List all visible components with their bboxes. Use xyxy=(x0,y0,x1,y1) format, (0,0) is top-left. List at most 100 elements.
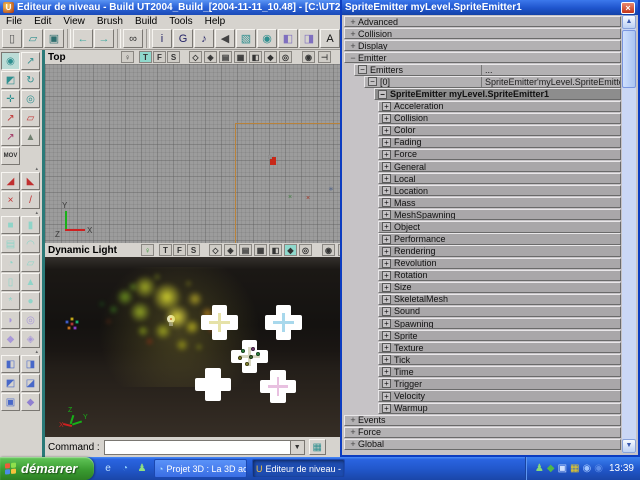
category-expand-icon[interactable]: + xyxy=(382,210,391,219)
texture-browser-button[interactable]: ▧ xyxy=(236,29,256,48)
cuboid-brush-button[interactable]: ▮ xyxy=(21,216,40,234)
category-expand-icon[interactable]: + xyxy=(382,343,391,352)
volumetric-brush-button[interactable]: * xyxy=(1,292,20,310)
category-expand-icon[interactable]: + xyxy=(382,367,391,376)
command-go-button[interactable]: ▦ xyxy=(309,439,326,455)
property-category-row[interactable]: +Trigger xyxy=(344,378,621,389)
property-category-row[interactable]: +Mass xyxy=(344,197,621,208)
mesh-browser-button[interactable]: ◉ xyxy=(257,29,277,48)
category-expand-icon[interactable]: + xyxy=(382,319,391,328)
property-category-row[interactable]: +Rotation xyxy=(344,270,621,281)
render-mode-1-icon[interactable]: ◈ xyxy=(204,51,217,63)
category-expand-icon[interactable]: + xyxy=(382,126,391,135)
sprite-top-right[interactable] xyxy=(265,305,302,340)
actor-scale-button[interactable]: ◎ xyxy=(21,90,40,108)
category-expand-icon[interactable]: + xyxy=(382,186,391,195)
viewport-perspective-canvas[interactable]: Z Y X xyxy=(45,257,340,437)
joystick-icon[interactable]: ♀ xyxy=(121,51,134,63)
render-mode-2-icon[interactable]: ▤ xyxy=(219,51,232,63)
property-category-row[interactable]: +Revolution xyxy=(344,258,621,269)
sprite-bottom-left[interactable] xyxy=(195,368,231,401)
properties-scrollbar[interactable]: ▲ ▼ xyxy=(622,15,636,453)
property-category-row[interactable]: +MeshSpawning xyxy=(344,209,621,220)
property-category-row[interactable]: +Velocity xyxy=(344,390,621,401)
start-button[interactable]: démarrer xyxy=(0,457,94,480)
render-mode-4-icon[interactable]: ◧ xyxy=(269,244,282,256)
sound-browser-button[interactable]: ◀ xyxy=(215,29,235,48)
save-map-button[interactable]: ▣ xyxy=(44,29,64,48)
viewport-top-canvas[interactable]: Y X Z ××∗ xyxy=(45,64,340,243)
section-expander-icon[interactable]: − xyxy=(348,53,358,63)
property-category-row[interactable]: +Spawning xyxy=(344,318,621,329)
viewport-pan-button[interactable]: ✛ xyxy=(1,90,20,108)
category-expand-icon[interactable]: + xyxy=(382,222,391,231)
category-expand-icon[interactable]: + xyxy=(382,235,391,244)
tree-row[interactable]: −SpriteEmitter myLevel.SpriteEmitter1 xyxy=(344,88,621,99)
realtime-preview-icon[interactable]: ◉ xyxy=(302,51,315,63)
brush-clipping-button[interactable]: ↗ xyxy=(1,109,20,127)
category-expand-icon[interactable]: + xyxy=(382,355,391,364)
spiral-stair-brush-button[interactable]: ◔ xyxy=(1,254,20,272)
menu-brush[interactable]: Brush xyxy=(91,16,129,27)
emitter-sprite-icon[interactable] xyxy=(65,317,79,331)
property-section-row[interactable]: +Display xyxy=(344,40,621,51)
property-category-row[interactable]: +Texture xyxy=(344,342,621,353)
category-expand-icon[interactable]: + xyxy=(382,247,391,256)
static-mesh-browser-button[interactable]: ◨ xyxy=(299,29,319,48)
curved-stair-brush-button[interactable]: ◠ xyxy=(21,235,40,253)
menu-edit[interactable]: Edit xyxy=(28,16,57,27)
property-category-row[interactable]: +Collision xyxy=(344,113,621,124)
command-dropdown-arrow[interactable]: ▼ xyxy=(290,440,305,455)
section-expander-icon[interactable]: + xyxy=(348,29,358,39)
category-expand-icon[interactable]: + xyxy=(382,283,391,292)
category-expand-icon[interactable]: + xyxy=(382,150,391,159)
brush-clip-1-button[interactable]: ◢ xyxy=(1,172,20,190)
property-section-row[interactable]: −Emitter xyxy=(344,52,621,63)
emitter-actor-icon[interactable] xyxy=(270,157,276,165)
property-category-row[interactable]: +Force xyxy=(344,149,621,160)
property-category-row[interactable]: +Time xyxy=(344,366,621,377)
property-category-row[interactable]: +Rendering xyxy=(344,245,621,256)
category-expand-icon[interactable]: + xyxy=(382,198,391,207)
menu-file[interactable]: File xyxy=(0,16,28,27)
render-mode-5-icon[interactable]: ◆ xyxy=(264,51,277,63)
cube-brush-button[interactable]: ■ xyxy=(1,216,20,234)
tree-value[interactable]: SpriteEmitter'myLevel.SpriteEmitter1' xyxy=(481,77,621,86)
music-browser-button[interactable]: ♪ xyxy=(194,29,214,48)
properties-title-bar[interactable]: SpriteEmitter myLevel.SpriteEmitter1 × xyxy=(342,0,638,15)
property-section-row[interactable]: +Events xyxy=(344,415,621,426)
category-expand-icon[interactable]: + xyxy=(382,331,391,340)
render-mode-5-icon[interactable]: ◆ xyxy=(284,244,297,256)
property-category-row[interactable]: +Local xyxy=(344,173,621,184)
category-expand-icon[interactable]: + xyxy=(382,392,391,401)
security-center-icon[interactable]: ◆ xyxy=(547,464,555,474)
category-expand-icon[interactable]: + xyxy=(382,114,391,123)
undo-button[interactable]: ← xyxy=(73,29,93,48)
property-section-row[interactable]: +Advanced xyxy=(344,16,621,27)
command-input[interactable] xyxy=(104,440,290,455)
messenger-icon[interactable]: ♟ xyxy=(135,462,149,476)
csg-subtract-button[interactable]: ◨ xyxy=(21,355,40,373)
property-category-row[interactable]: +Performance xyxy=(344,233,621,244)
prefab-browser-button[interactable]: ◧ xyxy=(278,29,298,48)
viewmode-f-button[interactable]: F xyxy=(153,51,166,63)
category-expand-icon[interactable]: + xyxy=(382,271,391,280)
render-mode-6-icon[interactable]: ◎ xyxy=(299,244,312,256)
tree-row[interactable]: −[0]SpriteEmitter'myLevel.SpriteEmitter1… xyxy=(344,76,621,87)
actor-move-button[interactable]: ↗ xyxy=(21,52,40,70)
camera-movement-button[interactable]: ◉ xyxy=(1,52,20,70)
viewmode-f-button[interactable]: F xyxy=(173,244,186,256)
csg-intersect-button[interactable]: ◩ xyxy=(1,374,20,392)
menu-help[interactable]: Help xyxy=(199,16,232,27)
ie-icon[interactable]: e xyxy=(101,462,115,476)
actor-class-browser-button[interactable]: i xyxy=(152,29,172,48)
render-mode-4-icon[interactable]: ◧ xyxy=(249,51,262,63)
render-mode-3-icon[interactable]: ▦ xyxy=(254,244,267,256)
property-section-row[interactable]: +Force xyxy=(344,427,621,438)
redo-button[interactable]: → xyxy=(94,29,114,48)
browser-swirl-icon[interactable]: ◔ xyxy=(118,462,132,476)
open-map-button[interactable]: ▱ xyxy=(23,29,43,48)
property-category-row[interactable]: +Size xyxy=(344,282,621,293)
category-expand-icon[interactable]: + xyxy=(382,379,391,388)
group-browser-button[interactable]: G xyxy=(173,29,193,48)
